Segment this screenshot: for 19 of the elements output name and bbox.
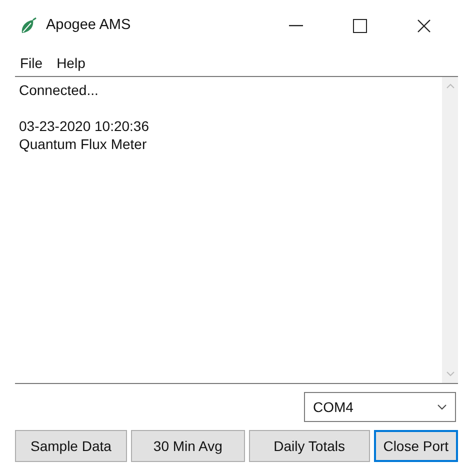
scroll-down-icon[interactable] bbox=[446, 371, 454, 377]
maximize-icon bbox=[353, 19, 367, 33]
close-icon bbox=[417, 19, 431, 33]
action-button[interactable]: Daily Totals bbox=[248, 430, 370, 462]
output-line: 03-23-2020 10:20:36 bbox=[19, 117, 150, 135]
app-logo-icon bbox=[20, 17, 38, 35]
window-title: Apogee AMS bbox=[46, 16, 132, 36]
minimize-icon bbox=[289, 25, 303, 27]
output-line: Quantum Flux Meter bbox=[19, 135, 148, 153]
menu-item[interactable]: File bbox=[20, 52, 43, 74]
output-line: Connected... bbox=[19, 81, 100, 99]
action-button[interactable]: 30 Min Avg bbox=[130, 430, 245, 462]
chevron-down-icon bbox=[437, 404, 447, 410]
port-dropdown[interactable]: COM4 bbox=[304, 392, 456, 422]
action-button[interactable]: Close Port bbox=[374, 430, 458, 462]
action-button[interactable]: Sample Data bbox=[15, 430, 127, 462]
scroll-up-icon[interactable] bbox=[446, 83, 454, 89]
scrollbar[interactable] bbox=[442, 77, 458, 383]
menu-item[interactable]: Help bbox=[56, 52, 86, 74]
